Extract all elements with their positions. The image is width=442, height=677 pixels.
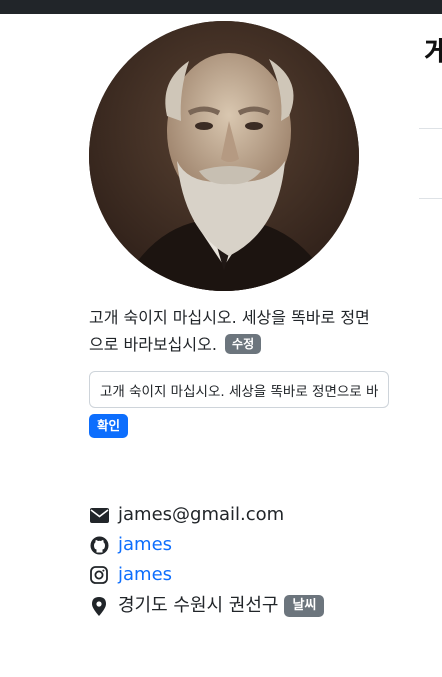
profile-bio: 고개 숙이지 마십시오. 세상을 똑바로 정면으로 바라보십시오. 수정 <box>89 304 384 358</box>
weather-button[interactable]: 날씨 <box>284 595 325 617</box>
map-pin-icon <box>89 596 109 616</box>
contact-instagram: james <box>89 563 172 587</box>
location-text: 경기도 수원시 권선구 <box>118 595 279 616</box>
github-link[interactable]: james <box>118 533 172 557</box>
divider <box>419 198 442 199</box>
top-navbar <box>0 0 442 14</box>
portrait-photo-icon <box>89 21 359 291</box>
contact-github: james <box>89 533 172 557</box>
divider <box>419 128 442 129</box>
email-text: james@gmail.com <box>118 504 285 525</box>
confirm-button[interactable]: 확인 <box>89 414 129 438</box>
github-icon <box>89 535 109 555</box>
instagram-link[interactable]: james <box>118 563 172 587</box>
instagram-icon <box>89 565 109 585</box>
page-heading: 게 <box>424 35 442 68</box>
profile-avatar <box>89 21 359 291</box>
envelope-icon <box>89 505 109 525</box>
contact-location: 경기도 수원시 권선구 날씨 <box>89 594 325 618</box>
edit-button[interactable]: 수정 <box>225 334 262 354</box>
bio-input[interactable] <box>89 371 389 408</box>
contact-email: james@gmail.com <box>89 503 284 527</box>
